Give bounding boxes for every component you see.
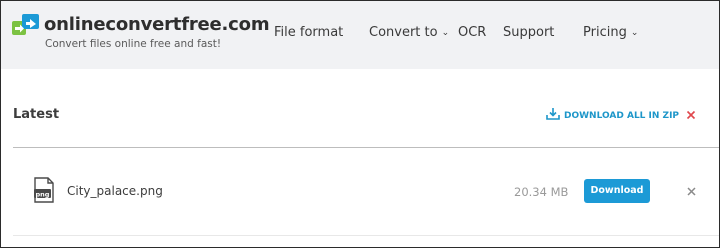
page-frame: onlineconvertfree.com Convert files onli… <box>0 0 720 248</box>
nav-support[interactable]: Support <box>503 25 554 40</box>
nav-file-format-label: File format <box>274 25 344 40</box>
nav-ocr[interactable]: OCR <box>458 25 486 40</box>
chevron-down-icon: ⌄ <box>441 28 450 38</box>
download-button[interactable]: Download <box>584 179 650 203</box>
divider <box>13 147 719 148</box>
nav-support-label: Support <box>503 25 555 40</box>
site-header: onlineconvertfree.com Convert files onli… <box>1 1 719 69</box>
download-icon <box>546 108 560 120</box>
file-size: 20.34 MB <box>514 185 569 199</box>
latest-heading: Latest <box>13 107 60 122</box>
file-png-icon: png <box>34 177 54 203</box>
nav-ocr-label: OCR <box>458 25 487 40</box>
nav-convert-to[interactable]: Convert to ⌄ <box>369 25 449 40</box>
download-all-zip-label: DOWNLOAD ALL IN ZIP <box>564 111 680 121</box>
nav-pricing-label: Pricing <box>583 25 627 40</box>
nav-file-format[interactable]: File format <box>274 25 343 40</box>
download-all-zip-button[interactable]: DOWNLOAD ALL IN ZIP <box>546 108 679 121</box>
close-icon[interactable] <box>684 108 698 122</box>
chevron-down-icon: ⌄ <box>630 28 639 38</box>
brand-name[interactable]: onlineconvertfree.com <box>44 14 270 35</box>
remove-file-icon[interactable] <box>686 186 697 197</box>
row-divider <box>13 235 719 236</box>
nav-pricing[interactable]: Pricing ⌄ <box>583 25 638 40</box>
brand-tagline: Convert files online free and fast! <box>45 38 222 50</box>
logo-icon[interactable] <box>12 14 40 36</box>
file-icon-label: png <box>36 190 50 198</box>
nav-convert-to-label: Convert to <box>369 25 438 40</box>
file-name: City_palace.png <box>67 184 163 198</box>
